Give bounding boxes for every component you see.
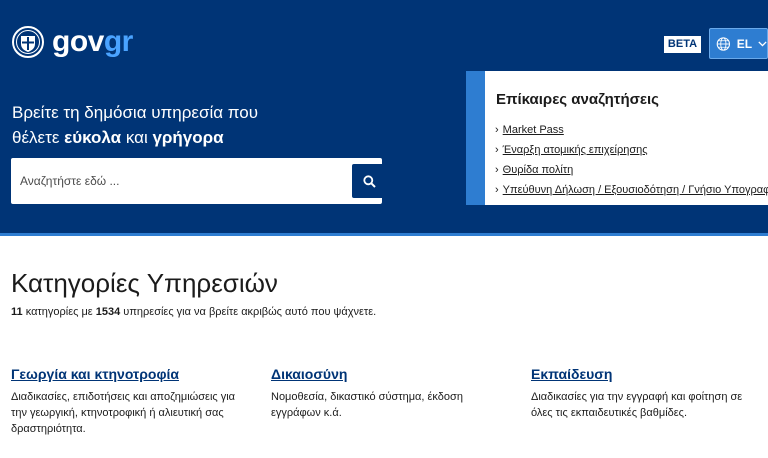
trending-accent-bar	[466, 71, 485, 205]
search-box	[11, 158, 387, 204]
tagline-line-2: θέλετε εύκολα και γρήγορα	[12, 128, 224, 147]
trending-item: › Θυρίδα πολίτη	[495, 160, 768, 180]
tagline-line-1: Βρείτε τη δημόσια υπηρεσία που	[12, 103, 259, 122]
trending-item: › Υπεύθυνη Δήλωση / Εξουσιοδότηση / Γνήσι…	[495, 180, 768, 200]
trending-link-solemn-declaration[interactable]: Υπεύθυνη Δήλωση / Εξουσιοδότηση / Γνήσιο…	[503, 184, 768, 196]
search-input[interactable]	[11, 158, 331, 204]
trending-link-market-pass[interactable]: Market Pass	[503, 124, 564, 136]
globe-icon	[716, 36, 730, 51]
chevron-right-icon: ›	[495, 124, 499, 136]
beta-badge: BETA	[664, 36, 701, 53]
chevron-down-icon	[758, 41, 767, 47]
logo-wordmark: govgr	[52, 25, 133, 58]
trending-item: › Έναρξη ατομικής επιχείρησης	[495, 140, 768, 160]
hero-tagline: Βρείτε τη δημόσια υπηρεσία που θέλετε εύ…	[12, 100, 258, 150]
search-icon	[363, 174, 376, 188]
trending-title: Επίκαιρες αναζητήσεις	[496, 91, 659, 108]
chevron-right-icon: ›	[495, 144, 499, 156]
hero-divider	[0, 233, 768, 236]
trending-link-business-start[interactable]: Έναρξη ατομικής επιχείρησης	[503, 144, 648, 156]
language-selector[interactable]: EL	[709, 28, 768, 59]
greek-emblem-icon	[12, 26, 44, 58]
category-card: Εκπαίδευση Διαδικασίες για την εγγραφή κ…	[531, 364, 763, 421]
categories-summary: 11 κατηγορίες με 1534 υπηρεσίες για να β…	[11, 306, 377, 318]
category-description: Διαδικασίες για την εγγραφή και φοίτηση …	[531, 391, 743, 419]
trending-item: › Market Pass	[495, 120, 768, 140]
category-card: Δικαιοσύνη Νομοθεσία, δικαστικό σύστημα,…	[271, 364, 506, 421]
trending-link-citizen-mailbox[interactable]: Θυρίδα πολίτη	[503, 164, 574, 176]
category-description: Νομοθεσία, δικαστικό σύστημα, έκδοση εγγ…	[271, 391, 463, 419]
chevron-right-icon: ›	[495, 184, 499, 196]
language-code: EL	[736, 36, 753, 51]
search-button[interactable]	[352, 164, 387, 198]
trending-searches-panel: Επίκαιρες αναζητήσεις › Market Pass › Έναρ…	[466, 71, 768, 205]
category-link-education[interactable]: Εκπαίδευση	[531, 364, 763, 384]
trending-list: › Market Pass › Έναρξη ατομικής επιχείρηση…	[495, 120, 768, 200]
category-link-agriculture[interactable]: Γεωργία και κτηνοτροφία	[11, 364, 251, 384]
categories-heading: Κατηγορίες Υπηρεσιών	[11, 268, 278, 298]
govgr-logo[interactable]: govgr	[12, 26, 133, 58]
category-card: Γεωργία και κτηνοτροφία Διαδικασίες, επι…	[11, 364, 251, 437]
category-description: Διαδικασίες, επιδοτήσεις και αποζημιώσει…	[11, 391, 236, 435]
category-link-justice[interactable]: Δικαιοσύνη	[271, 364, 506, 384]
chevron-right-icon: ›	[495, 164, 499, 176]
